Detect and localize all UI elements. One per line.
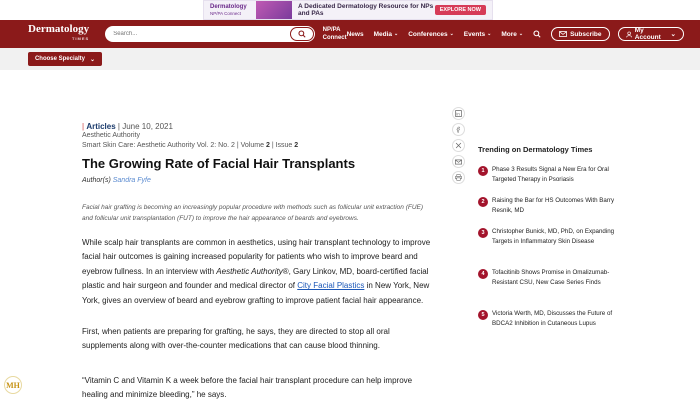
- trending-link[interactable]: Phase 3 Results Signal a New Era for Ora…: [492, 165, 628, 185]
- ad-logo: Dermatology NP/PA Connect: [210, 1, 256, 19]
- subscribe-label: Subscribe: [570, 30, 602, 38]
- issue-label: Issue: [275, 142, 293, 149]
- facebook-icon: [456, 126, 460, 133]
- article-title: The Growing Rate of Facial Hair Transpla…: [82, 156, 356, 171]
- volume-number: 2: [265, 142, 270, 149]
- author-link[interactable]: Sandra Fyfe: [113, 177, 151, 184]
- email-icon: [455, 159, 462, 164]
- meta-separator: |: [82, 122, 85, 131]
- article-paragraph: “Vitamin C and Vitamin K a week before t…: [82, 376, 413, 400]
- trending-link[interactable]: Christopher Bunick, MD, PhD, on Expandin…: [492, 227, 628, 247]
- publication-name[interactable]: Aesthetic Authority: [82, 132, 140, 139]
- share-linkedin-button[interactable]: in: [452, 107, 465, 120]
- trending-item[interactable]: 4 Tofacitinib Shows Promise in Omalizuma…: [478, 268, 628, 288]
- user-icon: [625, 31, 632, 37]
- trending-link[interactable]: Tofacitinib Shows Promise in Omalizumab-…: [492, 268, 628, 288]
- mail-icon: [559, 31, 568, 37]
- nav-news[interactable]: News: [347, 31, 364, 38]
- trending-link[interactable]: Victoria Werth, MD, Discusses the Future…: [492, 309, 628, 329]
- trending-item[interactable]: 2 Raising the Bar for HS Outcomes With B…: [478, 196, 628, 216]
- share-facebook-button[interactable]: [452, 123, 465, 136]
- nav-conferences-label: Conferences: [408, 30, 448, 38]
- choose-specialty-label: Choose Specialty: [34, 56, 85, 62]
- article-authors: Author(s) Sandra Fyfe: [82, 177, 151, 184]
- share-email-button[interactable]: [452, 155, 465, 168]
- site-header: Dermatology TIMES NP/PA Connect News Med…: [0, 20, 700, 48]
- nav-more-label: More: [501, 30, 517, 38]
- nav-news-label: News: [346, 30, 364, 38]
- np-pa-connect-link[interactable]: NP/PA Connect: [323, 26, 347, 42]
- ad-logo-line2: NP/PA Connect: [210, 11, 241, 16]
- article-meta: | Articles | June 10, 2021: [82, 122, 173, 131]
- trending-heading: Trending on Dermatology Times: [478, 145, 593, 154]
- ad-text: A Dedicated Dermatology Resource for NPs…: [298, 3, 434, 17]
- nav-conferences[interactable]: Conferences ⌄: [408, 31, 454, 38]
- nav-events[interactable]: Events ⌄: [464, 31, 492, 38]
- chevron-down-icon: ⌄: [487, 31, 492, 37]
- trending-rank: 2: [478, 197, 488, 207]
- my-account-button[interactable]: My Account ⌄: [617, 27, 684, 41]
- city-facial-plastics-link[interactable]: City Facial Plastics: [297, 281, 364, 290]
- x-icon: [455, 142, 462, 149]
- trending-link[interactable]: Raising the Bar for HS Outcomes With Bar…: [492, 196, 628, 216]
- article-paragraph: First, when patients are preparing for g…: [82, 327, 390, 351]
- chevron-down-icon: ⌄: [449, 31, 454, 37]
- search-icon: [533, 30, 541, 38]
- nav-search-button[interactable]: [533, 30, 541, 38]
- journal-info: Smart Skin Care: Aesthetic Authority Vol…: [82, 142, 298, 149]
- choose-specialty-dropdown[interactable]: Choose Specialty ⌄: [28, 52, 102, 66]
- chevron-down-icon: ⌄: [394, 31, 399, 37]
- nav-media[interactable]: Media ⌄: [374, 31, 399, 38]
- chevron-down-icon: ⌄: [670, 31, 676, 38]
- search-input[interactable]: [113, 31, 290, 37]
- trending-rank: 1: [478, 166, 488, 176]
- authors-label: Author(s): [82, 177, 111, 184]
- subscribe-button[interactable]: Subscribe: [551, 27, 610, 41]
- article-date: June 10, 2021: [122, 122, 173, 131]
- my-account-label: My Account: [634, 27, 661, 41]
- svg-text:in: in: [456, 112, 460, 117]
- article-summary: Facial hair grafting is becoming an incr…: [82, 204, 424, 222]
- publication-mention: Aesthetic Authority: [216, 266, 283, 276]
- page: Dermatology NP/PA Connect A Dedicated De…: [0, 0, 700, 400]
- nav-events-label: Events: [463, 30, 486, 38]
- chevron-down-icon: ⌄: [89, 56, 96, 63]
- linkedin-icon: in: [455, 110, 462, 117]
- trending-rank: 5: [478, 310, 488, 320]
- np-pa-line1: NP/PA: [322, 27, 341, 33]
- main-nav: News Media ⌄ Conferences ⌄ Events ⌄ More ⌄ S…: [347, 27, 700, 41]
- trending-item[interactable]: 3 Christopher Bunick, MD, PhD, on Expand…: [478, 227, 628, 247]
- meta-separator: |: [271, 142, 274, 149]
- mh-logo-badge[interactable]: MH: [4, 376, 22, 394]
- trending-rank: 4: [478, 269, 488, 279]
- specialty-bar: Choose Specialty ⌄: [0, 48, 700, 70]
- site-logo-sub: TIMES: [71, 36, 90, 41]
- ad-logo-line1: Dermatology: [210, 4, 247, 10]
- trending-item[interactable]: 1 Phase 3 Results Signal a New Era for O…: [478, 165, 628, 185]
- site-logo[interactable]: Dermatology TIMES: [28, 24, 89, 44]
- ad-banner[interactable]: Dermatology NP/PA Connect A Dedicated De…: [203, 0, 493, 20]
- chevron-down-icon: ⌄: [518, 31, 524, 37]
- meta-separator: |: [236, 142, 239, 149]
- article-type-link[interactable]: Articles: [86, 122, 115, 131]
- ad-cta-button[interactable]: EXPLORE NOW: [434, 5, 486, 15]
- print-button[interactable]: [452, 171, 465, 184]
- np-pa-line2: Connect: [322, 35, 347, 41]
- ad-image: [256, 1, 292, 19]
- nav-more[interactable]: More ⌄: [501, 31, 523, 38]
- search-button[interactable]: [289, 27, 314, 41]
- share-x-button[interactable]: [452, 139, 465, 152]
- nav-media-label: Media: [373, 30, 393, 38]
- trending-rank: 3: [478, 228, 488, 238]
- trending-item[interactable]: 5 Victoria Werth, MD, Discusses the Futu…: [478, 309, 628, 329]
- article-paragraph: While scalp hair transplants are common …: [82, 236, 434, 308]
- search-icon: [298, 30, 306, 38]
- volume-label: Volume: [240, 142, 264, 149]
- search-bar: [105, 26, 315, 42]
- journal-name[interactable]: Smart Skin Care: Aesthetic Authority Vol…: [82, 142, 235, 149]
- meta-separator: |: [117, 122, 120, 131]
- print-icon: [455, 174, 462, 181]
- issue-number: 2: [294, 142, 299, 149]
- share-rail: in: [452, 107, 465, 184]
